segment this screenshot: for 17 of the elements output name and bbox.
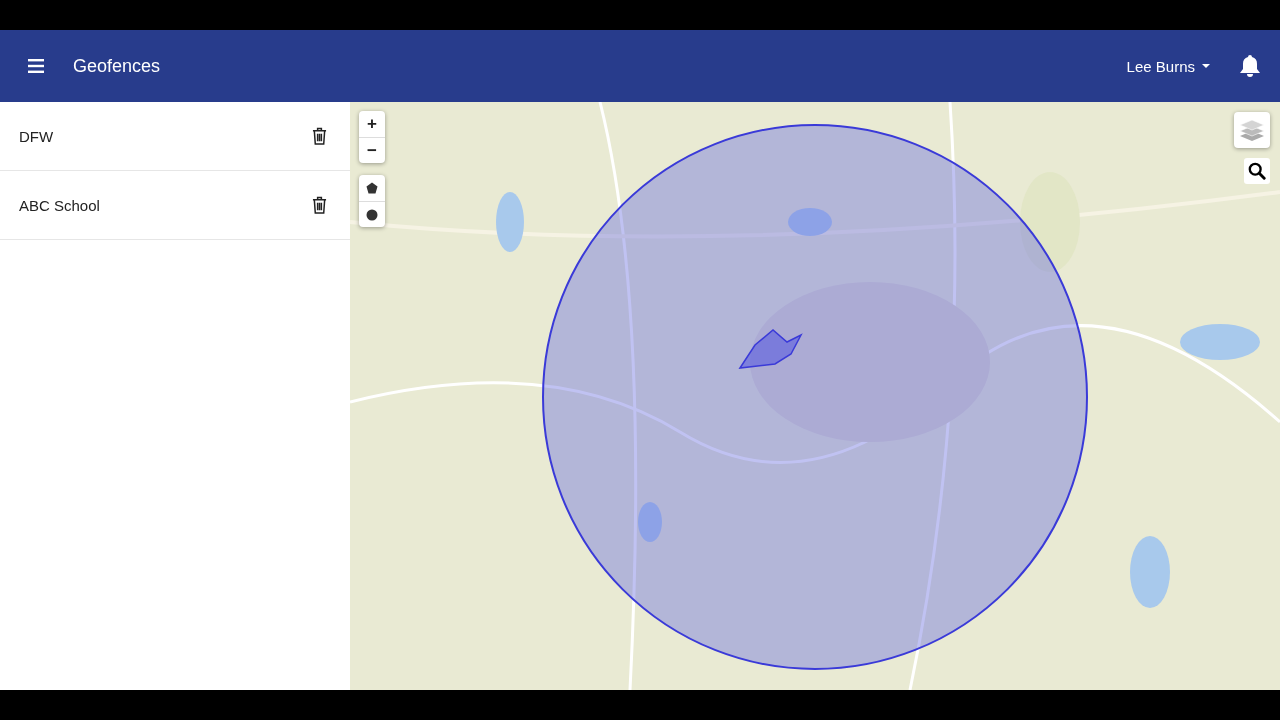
search-icon bbox=[1248, 162, 1266, 180]
user-menu[interactable]: Lee Burns bbox=[1126, 57, 1210, 75]
pentagon-icon bbox=[366, 182, 378, 194]
trash-icon[interactable] bbox=[312, 127, 327, 145]
trash-icon[interactable] bbox=[312, 196, 327, 214]
search-button[interactable] bbox=[1244, 158, 1270, 184]
zoom-out-button[interactable]: − bbox=[359, 137, 385, 163]
menu-icon[interactable] bbox=[28, 59, 44, 73]
zoom-in-button[interactable]: + bbox=[359, 111, 385, 137]
layers-icon bbox=[1239, 118, 1265, 142]
bell-icon[interactable] bbox=[1240, 55, 1260, 77]
caret-icon bbox=[1202, 64, 1210, 68]
page-title: Geofences bbox=[73, 55, 161, 77]
circle-icon bbox=[366, 208, 378, 221]
geofence-name: ABC School bbox=[19, 196, 100, 214]
geofence-name: DFW bbox=[19, 127, 54, 145]
geofence-polygon[interactable] bbox=[738, 329, 803, 369]
